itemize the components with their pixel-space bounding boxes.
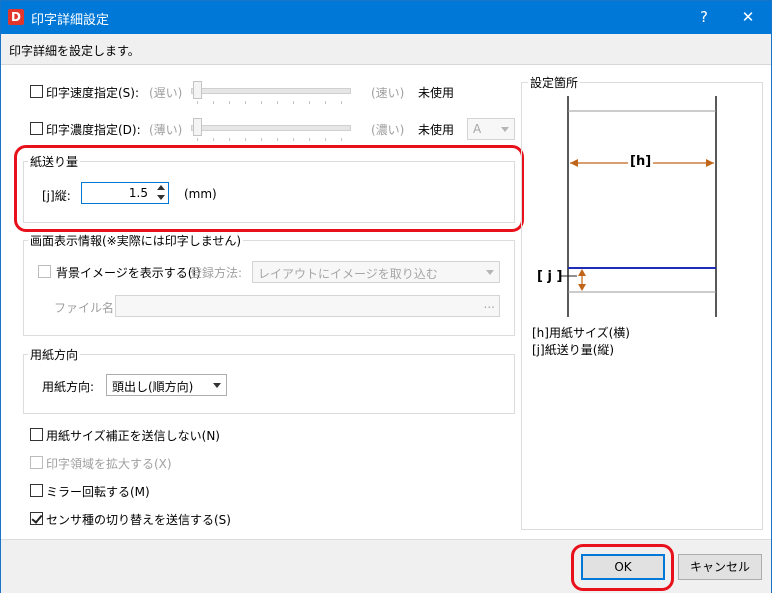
diagram-canvas: [h] [ j ]	[533, 96, 751, 317]
screen-info-group	[23, 240, 515, 336]
file-field[interactable]: ...	[115, 295, 500, 317]
button-bar: OK キャンセル	[1, 539, 771, 593]
diagram-group-title: 設定箇所	[528, 74, 581, 91]
expand-area-checkbox[interactable]	[30, 456, 43, 469]
chevron-down-icon	[486, 270, 494, 275]
screen-info-group-title: 画面表示情報(※実際には印字しません)	[28, 232, 244, 249]
speed-slider-thumb[interactable]	[193, 81, 202, 99]
sensor-switch-checkbox[interactable]	[30, 512, 43, 525]
title-bar: D 印字詳細設定 ? ✕	[1, 1, 771, 34]
h-marker-label: [h]	[628, 154, 654, 169]
orientation-group-title: 用紙方向	[28, 346, 81, 363]
register-label: 登録方法:	[190, 266, 243, 280]
dialog-body: 印字速度指定(S): (遅い) (速い) 未使用 印字濃度指定(D): (薄い)…	[1, 65, 771, 539]
file-label: ファイル名:	[54, 301, 119, 315]
dialog-window: D 印字詳細設定 ? ✕ 印字詳細を設定します。 印字速度指定(S): (遅い)…	[0, 0, 772, 593]
cancel-button[interactable]: キャンセル	[678, 554, 762, 580]
legend-j: [j]紙送り量(縦)	[532, 343, 615, 357]
speed-slider[interactable]	[191, 81, 353, 105]
mirror-label: ミラー回転する(M)	[46, 485, 150, 499]
highlight-ok-box	[571, 544, 674, 591]
paper-diagram	[561, 96, 717, 317]
density-right-label: (濃い)	[371, 123, 405, 137]
density-status: 未使用	[418, 123, 455, 137]
expand-area-label: 印字領域を拡大する(X)	[46, 457, 172, 471]
bg-image-label: 背景イメージを表示する(I)	[56, 266, 201, 280]
register-select-value: レイアウトにイメージを取り込む	[258, 267, 438, 281]
app-icon: D	[8, 9, 24, 25]
orientation-select[interactable]: 頭出し(順方向)	[106, 374, 227, 396]
orientation-field-label: 用紙方向:	[42, 380, 95, 394]
description-bar: 印字詳細を設定します。	[1, 34, 771, 65]
help-button[interactable]: ?	[682, 1, 726, 34]
density-select-value: A	[473, 122, 482, 136]
chevron-down-icon	[213, 383, 221, 388]
orientation-group	[23, 354, 515, 414]
orientation-select-value: 頭出し(順方向)	[112, 380, 194, 394]
speed-checkbox[interactable]	[30, 85, 43, 98]
no-size-correction-checkbox[interactable]	[30, 428, 43, 441]
density-label: 印字濃度指定(D):	[46, 123, 141, 137]
browse-icon[interactable]: ...	[484, 297, 495, 311]
chevron-down-icon	[501, 127, 509, 132]
highlight-feed-box	[14, 145, 524, 232]
legend-h: [h]用紙サイズ(横)	[532, 326, 630, 340]
density-left-label: (薄い)	[149, 123, 183, 137]
no-size-correction-label: 用紙サイズ補正を送信しない(N)	[46, 429, 220, 443]
j-marker-label: [ j ]	[537, 269, 563, 284]
mirror-checkbox[interactable]	[30, 484, 43, 497]
speed-right-label: (速い)	[371, 86, 405, 100]
speed-left-label: (遅い)	[149, 86, 183, 100]
description-text: 印字詳細を設定します。	[9, 44, 140, 58]
density-slider-thumb[interactable]	[193, 118, 202, 136]
register-select[interactable]: レイアウトにイメージを取り込む	[252, 261, 500, 283]
density-checkbox[interactable]	[30, 122, 43, 135]
density-select[interactable]: A	[467, 118, 515, 140]
window-title: 印字詳細設定	[31, 13, 110, 28]
density-slider[interactable]	[191, 118, 353, 142]
bg-image-checkbox[interactable]	[38, 265, 51, 278]
speed-status: 未使用	[418, 86, 455, 100]
speed-label: 印字速度指定(S):	[46, 86, 140, 100]
sensor-switch-label: センサ種の切り替えを送信する(S)	[46, 513, 231, 527]
close-button[interactable]: ✕	[726, 1, 770, 34]
